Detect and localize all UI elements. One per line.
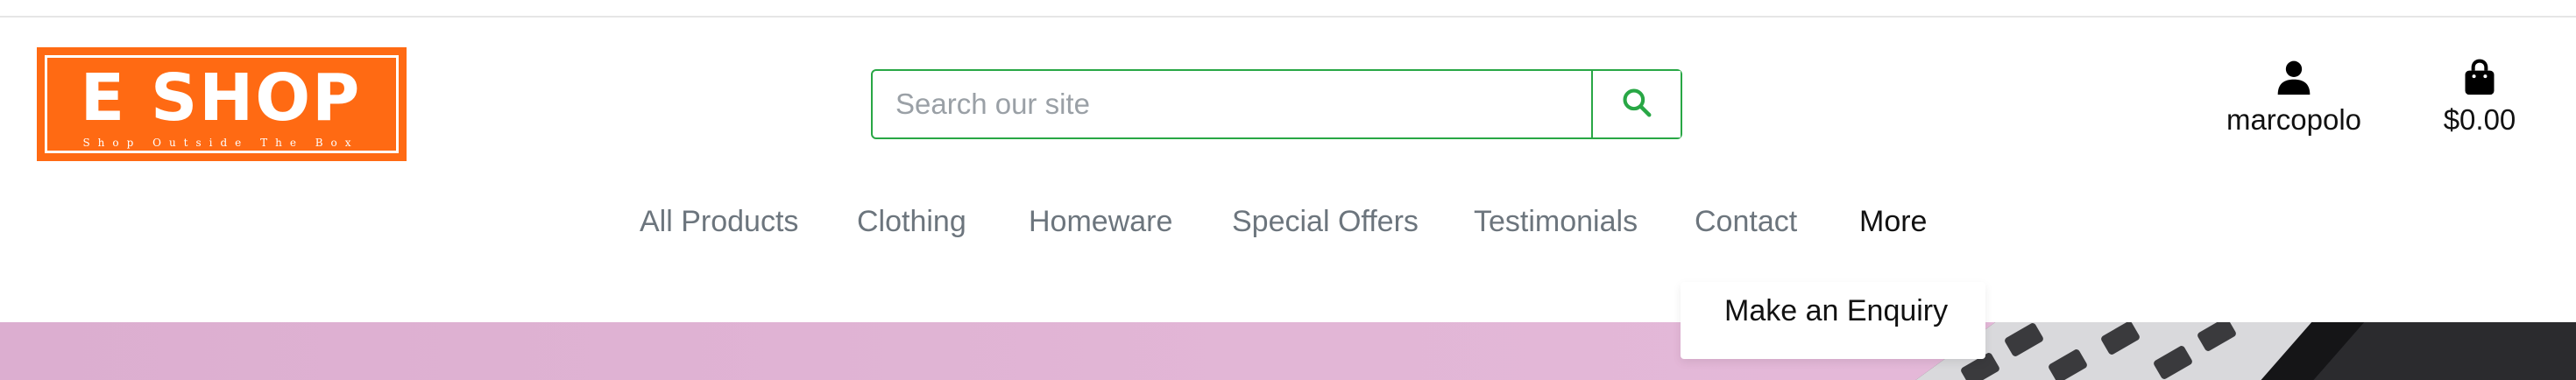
nav-item-more[interactable]: More xyxy=(1859,205,1927,239)
cart-link[interactable]: $0.00 xyxy=(2427,58,2532,154)
main-nav: All Products Clothing Homeware Special O… xyxy=(0,205,2576,252)
nav-item-all-products[interactable]: All Products xyxy=(640,205,798,239)
shopping-bag-icon xyxy=(2427,58,2532,96)
account-username: marcopolo xyxy=(2226,103,2362,136)
hero-banner xyxy=(0,322,2576,380)
top-border xyxy=(0,0,2576,18)
more-dropdown-menu: Make an Enquiry xyxy=(1681,282,1985,359)
search-form xyxy=(871,69,1682,139)
logo-tagline: Shop Outside The Box xyxy=(82,137,359,149)
logo-frame: E SHOP Shop Outside The Box xyxy=(45,55,399,153)
cart-total: $0.00 xyxy=(2443,103,2516,136)
logo-title: E SHOP xyxy=(80,60,362,136)
dropdown-item-make-an-enquiry[interactable]: Make an Enquiry xyxy=(1724,294,1948,328)
search-input[interactable] xyxy=(873,71,1593,137)
site-logo[interactable]: E SHOP Shop Outside The Box xyxy=(37,47,407,161)
nav-item-homeware[interactable]: Homeware xyxy=(1029,205,1172,239)
nav-item-testimonials[interactable]: Testimonials xyxy=(1474,205,1638,239)
nav-item-contact[interactable]: Contact xyxy=(1695,205,1797,239)
nav-item-special-offers[interactable]: Special Offers xyxy=(1232,205,1419,239)
user-icon xyxy=(2215,58,2373,96)
account-link[interactable]: marcopolo xyxy=(2215,58,2373,154)
search-button[interactable] xyxy=(1591,71,1681,137)
search-icon xyxy=(1620,86,1653,123)
nav-item-clothing[interactable]: Clothing xyxy=(857,205,966,239)
